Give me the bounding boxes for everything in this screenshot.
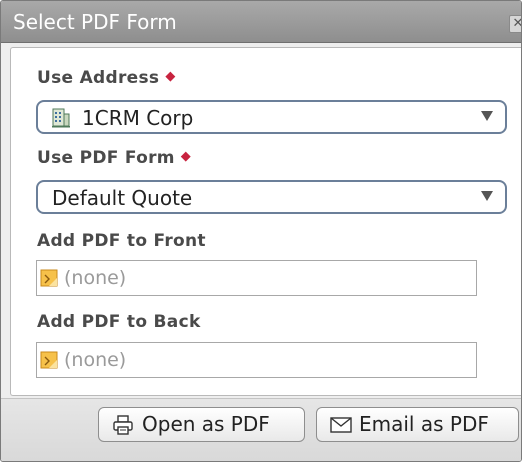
use-pdf-form-value: Default Quote — [52, 186, 193, 210]
use-pdf-form-label-text: Use PDF Form — [37, 148, 175, 168]
add-pdf-front-label: Add PDF to Front — [37, 231, 206, 251]
close-icon: ✕ — [513, 16, 521, 31]
dialog-titlebar[interactable]: Select PDF Form ✕ — [1, 1, 521, 43]
use-address-select[interactable]: 1CRM Corp — [36, 100, 507, 134]
required-marker: ◆ — [180, 149, 192, 164]
use-address-label-text: Use Address — [37, 68, 160, 88]
open-as-pdf-label: Open as PDF — [142, 412, 270, 436]
dialog-title: Select PDF Form — [13, 10, 177, 34]
email-as-pdf-button[interactable]: Email as PDF — [316, 407, 519, 442]
chevron-down-icon — [481, 111, 493, 121]
envelope-icon — [330, 417, 352, 433]
form-panel: Use Address ◆ 1CRM Corp Use PDF Form ◆ Def… — [10, 47, 521, 396]
required-marker: ◆ — [165, 69, 176, 84]
add-pdf-back-label: Add PDF to Back — [37, 312, 201, 332]
use-pdf-form-select[interactable]: Default Quote — [36, 180, 507, 214]
file-icon — [40, 269, 58, 287]
chevron-down-icon — [481, 191, 493, 201]
use-address-label: Use Address ◆ — [37, 68, 176, 88]
dialog-footer: Open as PDF Email as PDF — [1, 398, 521, 461]
use-address-value: 1CRM Corp — [82, 106, 194, 130]
add-pdf-front-value: (none) — [64, 267, 127, 289]
select-pdf-form-dialog: Select PDF Form ✕ Use Address ◆ 1CRM Corp… — [0, 0, 522, 462]
printer-icon — [113, 415, 133, 435]
add-pdf-front-field[interactable]: (none) — [36, 260, 477, 296]
add-pdf-back-value: (none) — [64, 349, 127, 371]
file-icon — [40, 351, 58, 369]
email-as-pdf-label: Email as PDF — [359, 412, 489, 436]
add-pdf-back-field[interactable]: (none) — [36, 342, 477, 378]
use-pdf-form-label: Use PDF Form ◆ — [37, 148, 191, 168]
open-as-pdf-button[interactable]: Open as PDF — [98, 407, 305, 442]
building-icon — [52, 108, 70, 128]
close-button[interactable]: ✕ — [509, 15, 521, 33]
